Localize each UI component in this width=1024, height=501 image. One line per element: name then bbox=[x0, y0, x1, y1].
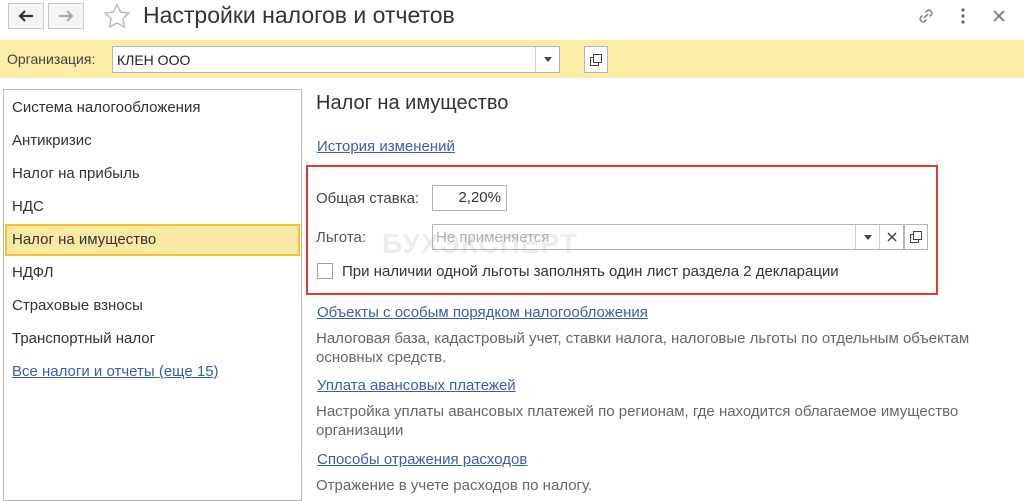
sidebar: Система налогообложения Антикризис Налог… bbox=[3, 89, 302, 501]
sidebar-item-anticrisis[interactable]: Антикризис bbox=[5, 125, 300, 157]
special-objects-desc-line2: основных средств. bbox=[316, 349, 447, 366]
forward-button[interactable] bbox=[48, 3, 84, 29]
arrow-left-icon bbox=[18, 10, 33, 22]
organization-dropdown-button[interactable] bbox=[535, 47, 559, 72]
chevron-down-icon bbox=[543, 57, 552, 62]
title-bar: Настройки налогов и отчетов bbox=[0, 0, 1024, 36]
special-objects-link[interactable]: Объекты с особым порядком налогообложени… bbox=[317, 304, 648, 321]
open-window-icon bbox=[910, 231, 922, 243]
advance-payments-desc-line1: Настройка уплаты авансовых платежей по р… bbox=[316, 403, 959, 420]
expense-methods-desc: Отражение в учете расходов по налогу. bbox=[316, 477, 593, 494]
benefit-clear-button[interactable] bbox=[879, 225, 903, 249]
organization-label: Организация: bbox=[7, 51, 96, 67]
special-objects-desc-line1: Налоговая база, кадастровый учет, ставки… bbox=[316, 330, 970, 347]
rate-label: Общая ставка: bbox=[316, 190, 420, 207]
single-sheet-checkbox-label[interactable]: При наличии одной льготы заполнять один … bbox=[342, 263, 839, 280]
chevron-down-icon bbox=[863, 234, 872, 240]
single-sheet-checkbox[interactable] bbox=[317, 263, 333, 279]
rate-input[interactable]: 2,20% bbox=[432, 185, 507, 211]
benefit-dropdown-button[interactable] bbox=[855, 225, 879, 249]
organization-value: КЛЕН ООО bbox=[117, 52, 191, 68]
page-title: Настройки налогов и отчетов bbox=[143, 2, 455, 28]
star-icon[interactable] bbox=[103, 3, 131, 29]
clear-icon bbox=[886, 232, 897, 242]
back-button[interactable] bbox=[8, 3, 44, 29]
benefit-label: Льгота: bbox=[316, 229, 367, 246]
advance-payments-link[interactable]: Уплата авансовых платежей bbox=[317, 377, 516, 394]
more-icon[interactable] bbox=[955, 6, 971, 26]
sidebar-item-transport-tax[interactable]: Транспортный налог bbox=[5, 323, 300, 355]
expense-methods-link[interactable]: Способы отражения расходов bbox=[317, 451, 527, 468]
section-title: Налог на имущество bbox=[316, 92, 509, 114]
sidebar-item-vat[interactable]: НДС bbox=[5, 191, 300, 223]
organization-open-button[interactable] bbox=[584, 46, 608, 73]
all-taxes-link[interactable]: Все налоги и отчеты (еще 15) bbox=[5, 356, 300, 388]
sidebar-item-insurance[interactable]: Страховые взносы bbox=[5, 290, 300, 322]
benefit-open-button[interactable] bbox=[904, 224, 928, 250]
sidebar-item-profit-tax[interactable]: Налог на прибыль bbox=[5, 158, 300, 190]
arrow-right-icon bbox=[59, 10, 74, 22]
watermark-logo: БУХЭКСПЕРТ bbox=[382, 228, 578, 259]
sidebar-item-ndfl[interactable]: НДФЛ bbox=[5, 257, 300, 289]
link-icon[interactable] bbox=[916, 6, 936, 26]
sidebar-item-taxation-system[interactable]: Система налогообложения bbox=[5, 92, 300, 124]
close-icon[interactable] bbox=[991, 6, 1007, 26]
organization-field[interactable]: КЛЕН ООО bbox=[112, 46, 560, 73]
history-link[interactable]: История изменений bbox=[317, 138, 455, 155]
organization-bar: Организация: КЛЕН ООО bbox=[0, 40, 1024, 78]
advance-payments-desc-line2: организации bbox=[316, 422, 404, 439]
open-window-icon bbox=[590, 53, 602, 66]
sidebar-item-property-tax[interactable]: Налог на имущество bbox=[5, 224, 300, 256]
